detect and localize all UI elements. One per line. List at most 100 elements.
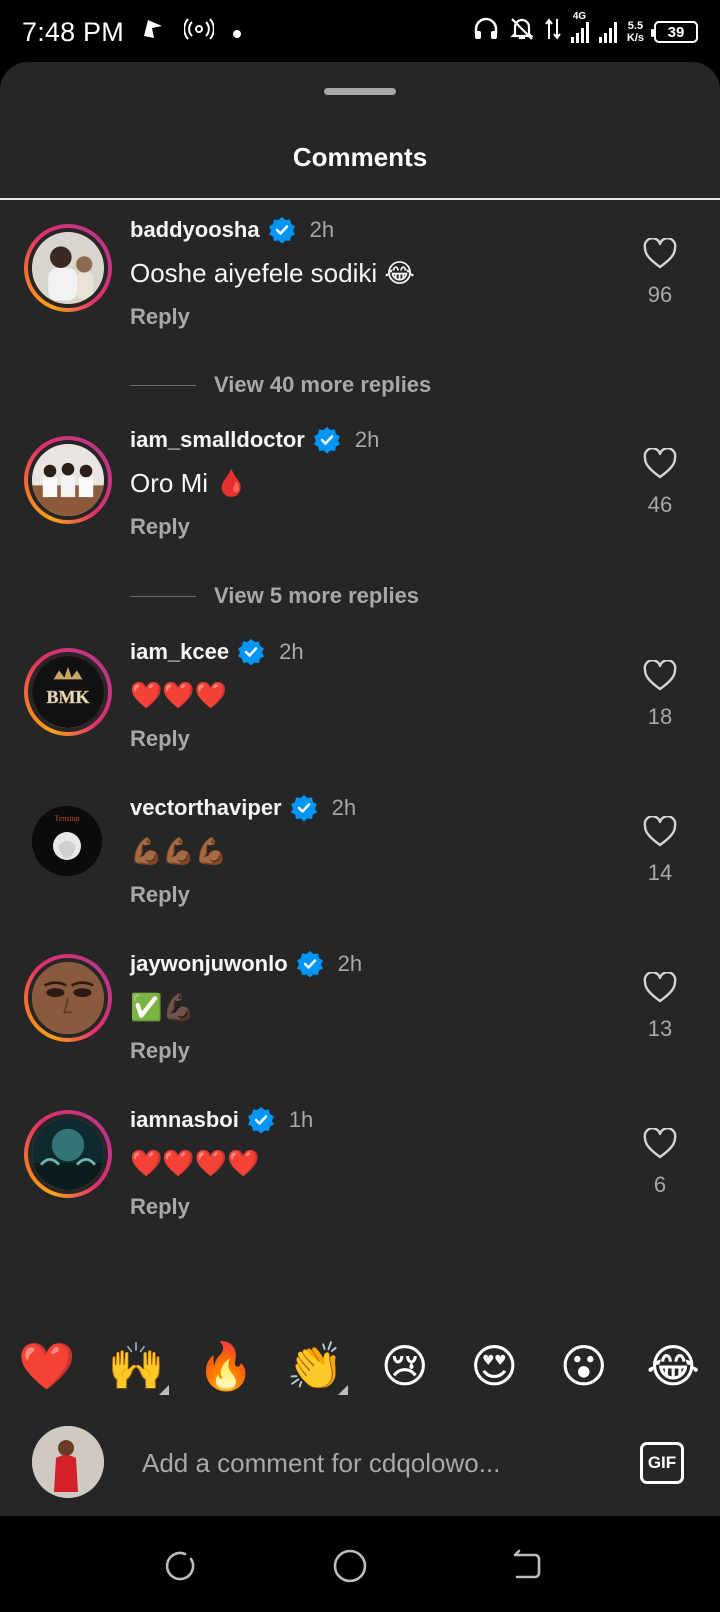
verified-badge-icon <box>238 639 265 666</box>
comment-composer: GIF <box>0 1422 720 1516</box>
comment-text: Oro Mi 🩸 <box>130 468 248 498</box>
reaction-clap[interactable]: 👏 <box>280 1331 350 1401</box>
like-count: 14 <box>647 860 673 885</box>
reply-button[interactable]: Reply <box>130 726 190 752</box>
avatar[interactable] <box>24 436 112 524</box>
like-button[interactable]: 14 <box>636 816 684 886</box>
reaction-raised-hands[interactable]: 🙌 <box>101 1331 171 1401</box>
home-button[interactable] <box>330 1546 370 1586</box>
comment-username[interactable]: iam_kcee <box>130 639 229 665</box>
comment-time: 2h <box>309 217 335 242</box>
comment-username[interactable]: vectorthaviper <box>130 795 282 821</box>
heart-icon <box>643 448 677 479</box>
svg-text:Tension: Tension <box>54 814 79 823</box>
comment-item: BMK iam_kcee 2h ❤️❤️❤️ Reply 18 <box>0 632 720 782</box>
like-button[interactable]: 96 <box>636 238 684 308</box>
avatar[interactable] <box>24 1110 112 1198</box>
quick-reactions-bar: ❤️ 🙌 🔥 👏 😢 😍 😮 😂 <box>0 1310 720 1422</box>
network-speed: 5.5 K/s <box>626 20 644 44</box>
reply-button[interactable]: Reply <box>130 514 190 540</box>
mute-icon <box>509 16 535 48</box>
hotspot-icon <box>183 18 215 46</box>
home-icon <box>333 1549 367 1583</box>
comment-item: iam_smalldoctor 2h Oro Mi 🩸 Reply 46 <box>0 416 720 566</box>
verified-badge-icon <box>268 217 295 244</box>
comment-time: 2h <box>331 795 357 820</box>
status-time: 7:48 PM <box>22 16 124 47</box>
comment-time: 2h <box>279 639 304 664</box>
like-count: 13 <box>647 1016 673 1041</box>
avatar[interactable] <box>24 224 112 312</box>
comments-sheet: Comments baddyoosha 2h Ooshe aiyefele so… <box>0 62 720 1516</box>
heart-icon <box>643 972 677 1003</box>
signal-icon-2 <box>598 21 617 43</box>
comment-item: baddyoosha 2h Ooshe aiyefele sodiki 😂 Re… <box>0 200 720 350</box>
gif-button[interactable]: GIF <box>640 1442 684 1484</box>
reaction-surprised[interactable]: 😮 <box>549 1331 619 1401</box>
verified-badge-icon <box>247 1107 274 1134</box>
comment-text: 💪🏾💪🏾💪🏾 <box>130 836 228 866</box>
page-title: Comments <box>292 142 428 172</box>
reaction-heart-eyes[interactable]: 😍 <box>459 1331 529 1401</box>
view-replies-label: View 40 more replies <box>214 372 432 397</box>
heart-icon <box>643 1128 677 1159</box>
comment-time: 1h <box>288 1107 314 1132</box>
sheet-drag-handle[interactable] <box>324 88 396 95</box>
heart-icon <box>643 660 677 691</box>
dot-icon <box>232 19 242 45</box>
recent-apps-button[interactable] <box>160 1546 200 1586</box>
data-arrows-icon <box>545 17 561 47</box>
comment-username[interactable]: iamnasboi <box>130 1107 239 1133</box>
like-button[interactable]: 46 <box>636 448 684 518</box>
verified-badge-icon <box>290 795 317 822</box>
back-icon <box>513 1549 541 1579</box>
comment-text: Ooshe aiyefele sodiki 😂 <box>130 258 415 288</box>
comment-item: Tension vectorthaviper 2h 💪🏾💪🏾💪🏾 Reply 1… <box>0 792 720 942</box>
skin-tone-indicator-icon <box>338 1385 349 1395</box>
comment-text: ❤️❤️❤️ <box>130 680 228 710</box>
headphones-icon <box>473 17 499 47</box>
messenger-app-icon <box>140 16 166 48</box>
like-button[interactable]: 6 <box>636 1128 684 1198</box>
comment-username[interactable]: baddyoosha <box>130 217 260 243</box>
comment-username[interactable]: jaywonjuwonlo <box>130 951 288 977</box>
comment-list[interactable]: baddyoosha 2h Ooshe aiyefele sodiki 😂 Re… <box>0 200 720 1372</box>
reaction-crying[interactable]: 😢 <box>370 1331 440 1401</box>
comment-input[interactable] <box>142 1442 602 1484</box>
navigation-bar <box>0 1516 720 1612</box>
like-count: 18 <box>647 704 673 729</box>
battery-icon: 39 <box>651 21 698 43</box>
comment-item: iamnasboi 1h ❤️❤️❤️❤️ Reply 6 <box>0 1107 720 1262</box>
back-button[interactable] <box>506 1546 546 1586</box>
like-count: 46 <box>647 492 673 517</box>
reaction-laughing[interactable]: 😂 <box>638 1331 708 1401</box>
heart-icon <box>643 238 677 269</box>
comment-item: jaywonjuwonlo 2h ✅💪🏿 Reply 13 <box>0 951 720 1102</box>
reply-button[interactable]: Reply <box>130 1194 190 1220</box>
reaction-fire[interactable]: 🔥 <box>191 1331 261 1401</box>
comment-time: 2h <box>354 427 380 452</box>
like-button[interactable]: 13 <box>636 972 684 1042</box>
avatar[interactable]: BMK <box>24 648 112 736</box>
comment-time: 2h <box>337 951 363 976</box>
reply-button[interactable]: Reply <box>130 1038 190 1064</box>
like-button[interactable]: 18 <box>636 660 684 730</box>
recent-apps-icon <box>165 1551 195 1581</box>
view-replies-button[interactable]: View 5 more replies <box>130 583 419 609</box>
view-replies-label: View 5 more replies <box>214 583 420 608</box>
reply-button[interactable]: Reply <box>130 882 190 908</box>
verified-badge-icon <box>313 427 340 454</box>
comment-username[interactable]: iam_smalldoctor <box>130 427 305 453</box>
status-bar: 7:48 PM 4G 5.5 K/s 39 <box>0 0 720 64</box>
heart-icon <box>643 816 677 847</box>
avatar[interactable]: Tension <box>32 806 102 876</box>
view-replies-button[interactable]: View 40 more replies <box>130 372 431 398</box>
reply-button[interactable]: Reply <box>130 304 190 330</box>
comment-text: ✅💪🏿 <box>130 992 195 1022</box>
skin-tone-indicator-icon <box>159 1385 170 1395</box>
like-count: 96 <box>647 282 673 307</box>
reaction-heart[interactable]: ❤️ <box>12 1331 82 1401</box>
avatar[interactable] <box>24 954 112 1042</box>
avatar <box>32 1426 104 1498</box>
verified-badge-icon <box>296 951 323 978</box>
